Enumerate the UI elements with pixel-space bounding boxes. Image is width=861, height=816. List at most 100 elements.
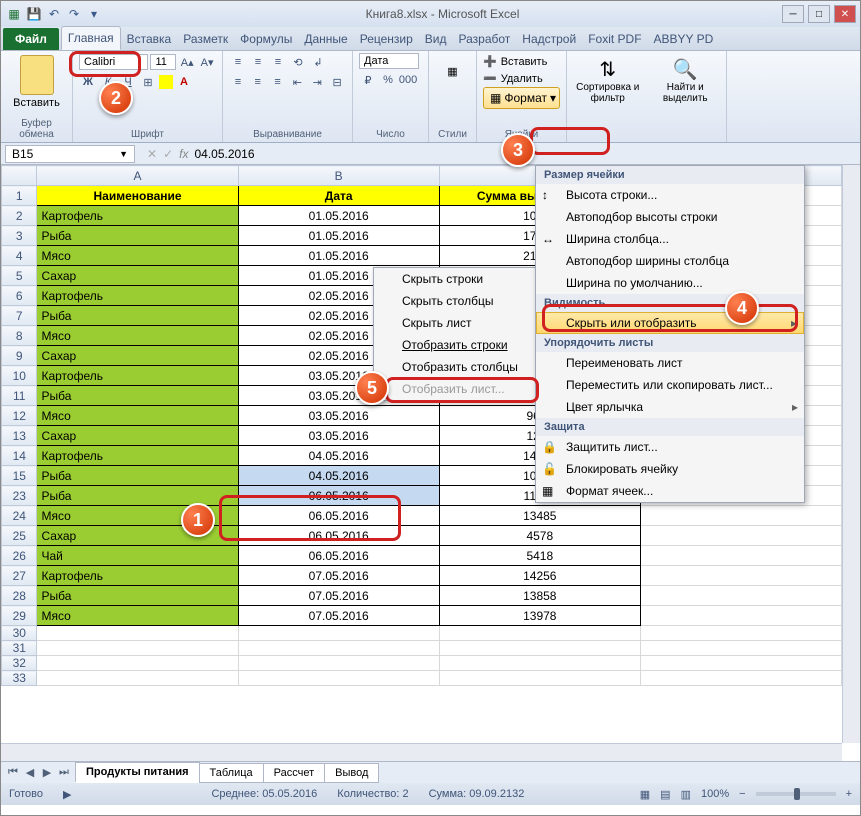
hide-sheet-item[interactable]: Скрыть лист — [374, 312, 542, 334]
zoom-slider[interactable] — [756, 792, 836, 796]
row-height-item[interactable]: ↕Высота строки... — [536, 184, 804, 206]
clipboard-label: Буфер обмена — [7, 116, 66, 140]
tab-insert[interactable]: Вставка — [121, 28, 178, 50]
styles-icon[interactable]: ▦ — [435, 65, 470, 78]
cancel-icon[interactable]: ✕ — [147, 147, 157, 161]
hide-show-item[interactable]: Скрыть или отобразить — [536, 312, 804, 334]
format-cells-item[interactable]: ▦Формат ячеек... — [536, 480, 804, 502]
sort-filter-button[interactable]: ⇅ Сортировка и фильтр — [573, 57, 643, 104]
sheet-tab-output[interactable]: Вывод — [324, 763, 379, 783]
tab-foxit[interactable]: Foxit PDF — [582, 28, 647, 50]
tab-data[interactable]: Данные — [298, 28, 353, 50]
find-select-button[interactable]: 🔍 Найти и выделить — [651, 57, 721, 104]
align-right-icon[interactable]: ≡ — [269, 73, 287, 91]
enter-icon[interactable]: ✓ — [163, 147, 173, 161]
format-cells-button[interactable]: ▦Формат▾ — [483, 87, 560, 109]
hide-rows-item[interactable]: Скрыть строки — [374, 268, 542, 290]
autofit-row-item[interactable]: Автоподбор высоты строки — [536, 206, 804, 228]
show-columns-item[interactable]: Отобразить столбцы — [374, 356, 542, 378]
alignment-label: Выравнивание — [229, 127, 346, 140]
decrease-font-icon[interactable]: A▾ — [198, 53, 216, 71]
tab-formulas[interactable]: Формулы — [234, 28, 298, 50]
minimize-button[interactable]: ─ — [782, 5, 804, 23]
nav-first-icon[interactable]: ⏮ — [5, 766, 21, 779]
status-sum: Сумма: 09.09.2132 — [429, 788, 525, 800]
tab-layout[interactable]: Разметк — [177, 28, 234, 50]
number-format-select[interactable]: Дата — [359, 53, 419, 69]
hide-columns-item[interactable]: Скрыть столбцы — [374, 290, 542, 312]
delete-cells-button[interactable]: ➖Удалить — [483, 70, 560, 87]
zoom-level[interactable]: 100% — [701, 788, 729, 800]
align-top-icon[interactable]: ≡ — [229, 53, 247, 71]
align-center-icon[interactable]: ≡ — [249, 73, 267, 91]
fill-color-icon[interactable] — [159, 75, 173, 89]
redo-icon[interactable]: ↷ — [65, 5, 83, 23]
comma-icon[interactable]: 000 — [399, 71, 417, 89]
zoom-out-icon[interactable]: − — [739, 788, 745, 800]
font-color-icon[interactable]: A — [175, 73, 193, 91]
macro-record-icon[interactable]: ▶ — [63, 788, 71, 801]
wrap-text-icon[interactable]: ↲ — [309, 53, 327, 71]
currency-icon[interactable]: ₽ — [359, 71, 377, 89]
close-button[interactable]: ✕ — [834, 5, 856, 23]
font-size-select[interactable]: 11 — [150, 54, 176, 70]
save-icon[interactable]: 💾 — [25, 5, 43, 23]
view-layout-icon[interactable]: ▤ — [660, 788, 670, 801]
callout-3: 3 — [501, 133, 535, 167]
view-normal-icon[interactable]: ▦ — [640, 788, 650, 801]
name-box[interactable]: B15▼ — [5, 145, 135, 163]
view-break-icon[interactable]: ▥ — [681, 788, 691, 801]
tab-view[interactable]: Вид — [419, 28, 453, 50]
nav-prev-icon[interactable]: ◀ — [22, 766, 38, 779]
undo-icon[interactable]: ↶ — [45, 5, 63, 23]
zoom-in-icon[interactable]: + — [846, 788, 852, 800]
horizontal-scrollbar[interactable] — [1, 743, 842, 761]
nav-last-icon[interactable]: ⏭ — [56, 766, 72, 779]
autofit-col-item[interactable]: Автоподбор ширины столбца — [536, 250, 804, 272]
fx-icon[interactable]: fx — [179, 147, 188, 161]
default-width-item[interactable]: Ширина по умолчанию... — [536, 272, 804, 294]
nav-next-icon[interactable]: ▶ — [39, 766, 55, 779]
tab-abbyy[interactable]: ABBYY PD — [648, 28, 720, 50]
font-label: Шрифт — [79, 127, 216, 140]
protect-sheet-item[interactable]: 🔒Защитить лист... — [536, 436, 804, 458]
callout-4: 4 — [725, 291, 759, 325]
lock-cell-item[interactable]: 🔓Блокировать ячейку — [536, 458, 804, 480]
bold-button[interactable]: Ж — [79, 73, 97, 91]
show-sheet-item[interactable]: Отобразить лист... — [374, 378, 542, 400]
insert-cells-button[interactable]: ➕Вставить — [483, 53, 560, 70]
file-tab[interactable]: Файл — [3, 28, 59, 50]
border-icon[interactable]: ⊞ — [139, 73, 157, 91]
tab-developer[interactable]: Разработ — [453, 28, 517, 50]
align-bottom-icon[interactable]: ≡ — [269, 53, 287, 71]
qat-more-icon[interactable]: ▾ — [85, 5, 103, 23]
hide-show-submenu: Скрыть строки Скрыть столбцы Скрыть лист… — [373, 267, 543, 401]
align-middle-icon[interactable]: ≡ — [249, 53, 267, 71]
paste-icon[interactable] — [20, 55, 54, 95]
tab-home[interactable]: Главная — [61, 26, 121, 50]
increase-indent-icon[interactable]: ⇥ — [308, 73, 326, 91]
merge-icon[interactable]: ⊟ — [328, 73, 346, 91]
vertical-scrollbar[interactable] — [842, 165, 860, 743]
sheet-tab-products[interactable]: Продукты питания — [75, 762, 200, 783]
tab-addins[interactable]: Надстрой — [516, 28, 582, 50]
tab-review[interactable]: Рецензир — [354, 28, 419, 50]
paste-button[interactable]: Вставить — [7, 97, 66, 109]
font-name-select[interactable]: Calibri — [79, 54, 148, 70]
sheet-tab-table[interactable]: Таблица — [199, 763, 264, 783]
maximize-button[interactable]: □ — [808, 5, 830, 23]
increase-font-icon[interactable]: A▴ — [178, 53, 196, 71]
show-rows-item[interactable]: Отобразить строки — [374, 334, 542, 356]
statusbar: Готово ▶ Среднее: 05.05.2016 Количество:… — [1, 783, 860, 805]
tab-color-item[interactable]: Цвет ярлычка — [536, 396, 804, 418]
delete-cells-icon: ➖ — [483, 72, 497, 85]
percent-icon[interactable]: % — [379, 71, 397, 89]
orientation-icon[interactable]: ⟲ — [289, 53, 307, 71]
rename-sheet-item[interactable]: Переименовать лист — [536, 352, 804, 374]
column-width-item[interactable]: ↔Ширина столбца... — [536, 228, 804, 250]
move-copy-item[interactable]: Переместить или скопировать лист... — [536, 374, 804, 396]
sheet-tab-calc[interactable]: Рассчет — [263, 763, 326, 783]
decrease-indent-icon[interactable]: ⇤ — [288, 73, 306, 91]
align-left-icon[interactable]: ≡ — [229, 73, 247, 91]
grid-area: ABC1НаименованиеДатаСумма выручки, руб.2… — [1, 165, 860, 761]
